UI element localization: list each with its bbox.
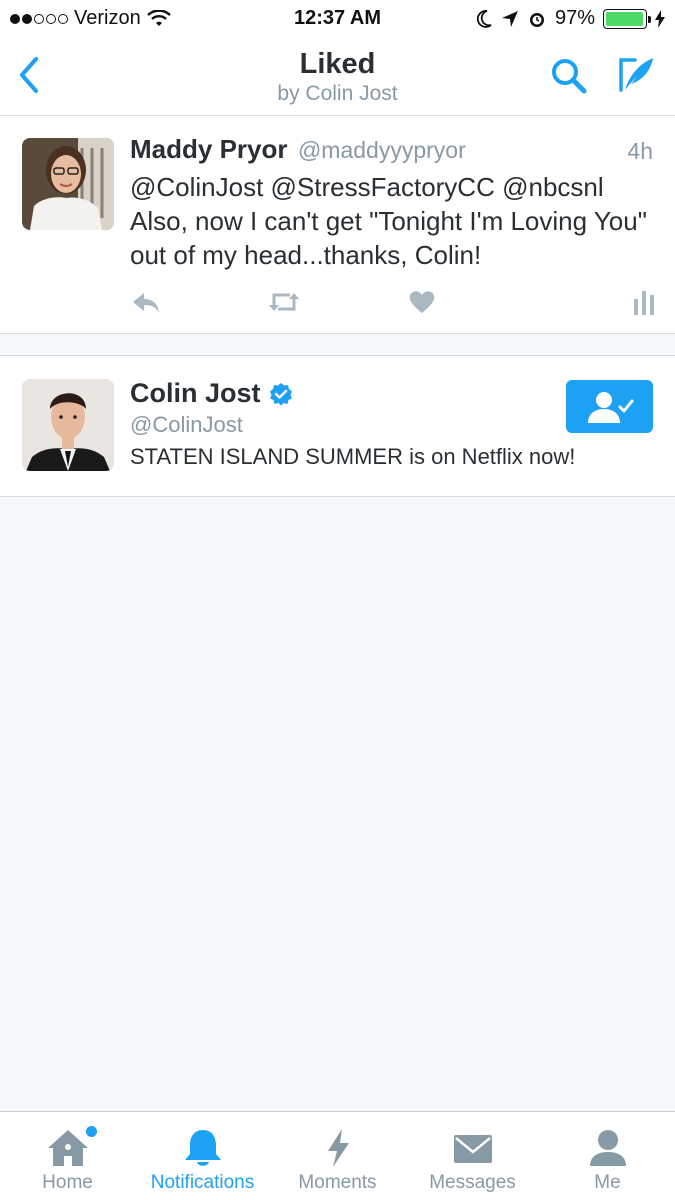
author-name[interactable]: Maddy Pryor (130, 134, 288, 164)
envelope-icon (453, 1135, 492, 1163)
bell-icon (184, 1130, 221, 1166)
verified-badge-icon (269, 382, 292, 405)
tweet-header: Maddy Pryor @maddyyypryor 4h (130, 134, 655, 166)
home-icon (47, 1130, 88, 1166)
tab-bar: Home Notifications Moments Messages Me (0, 1111, 675, 1200)
user-handle: @ColinJost (130, 412, 243, 437)
person-icon (589, 1130, 626, 1166)
tab-home[interactable]: Home (0, 1112, 135, 1200)
tweet-timestamp: 4h (627, 138, 653, 164)
tab-label: Moments (298, 1172, 377, 1193)
alarm-icon (529, 12, 544, 27)
tab-messages[interactable]: Messages (405, 1112, 540, 1200)
user-name-row: Colin Jost (130, 378, 293, 409)
following-button[interactable] (566, 380, 653, 433)
person-check-icon (587, 391, 633, 423)
tab-label: Messages (429, 1172, 516, 1193)
compose-tweet-icon[interactable] (615, 54, 657, 96)
author-handle[interactable]: @maddyyypryor (298, 137, 466, 163)
like-icon[interactable] (408, 287, 436, 317)
tab-label: Notifications (150, 1172, 255, 1193)
tab-notifications[interactable]: Notifications (135, 1112, 270, 1200)
liked-tweet[interactable]: Maddy Pryor @maddyyypryor 4h @ColinJost … (0, 117, 675, 334)
lightning-icon (327, 1129, 349, 1167)
user-card[interactable]: Colin Jost @ColinJost STATEN ISLAND SUMM… (0, 355, 675, 497)
tab-me[interactable]: Me (540, 1112, 675, 1200)
tab-label: Home (42, 1172, 93, 1193)
location-arrow-icon (501, 10, 518, 27)
reply-icon[interactable] (130, 287, 162, 317)
user-bio: STATEN ISLAND SUMMER is on Netflix now! (130, 444, 576, 469)
tweet-actions (130, 287, 660, 317)
battery-percent: 97% (554, 7, 595, 29)
moon-icon (476, 9, 492, 28)
navigation-bar: Liked by Colin Jost (0, 38, 675, 116)
battery-icon (603, 8, 651, 29)
avatar[interactable] (22, 379, 114, 471)
tab-label: Me (594, 1172, 621, 1193)
status-bar: Verizon 12:37 AM 97% (0, 0, 675, 38)
tweet-text: @ColinJost @StressFactoryCC @nbcsnl Also… (130, 172, 647, 270)
user-display-name[interactable]: Colin Jost (130, 378, 261, 409)
retweet-icon[interactable] (266, 287, 302, 317)
charging-bolt-icon (655, 9, 665, 28)
home-notification-dot (86, 1126, 97, 1137)
status-right: 97% (475, 7, 665, 30)
analytics-icon[interactable] (632, 287, 656, 317)
tab-moments[interactable]: Moments (270, 1112, 405, 1200)
avatar[interactable] (22, 138, 114, 230)
search-icon[interactable] (549, 56, 589, 96)
